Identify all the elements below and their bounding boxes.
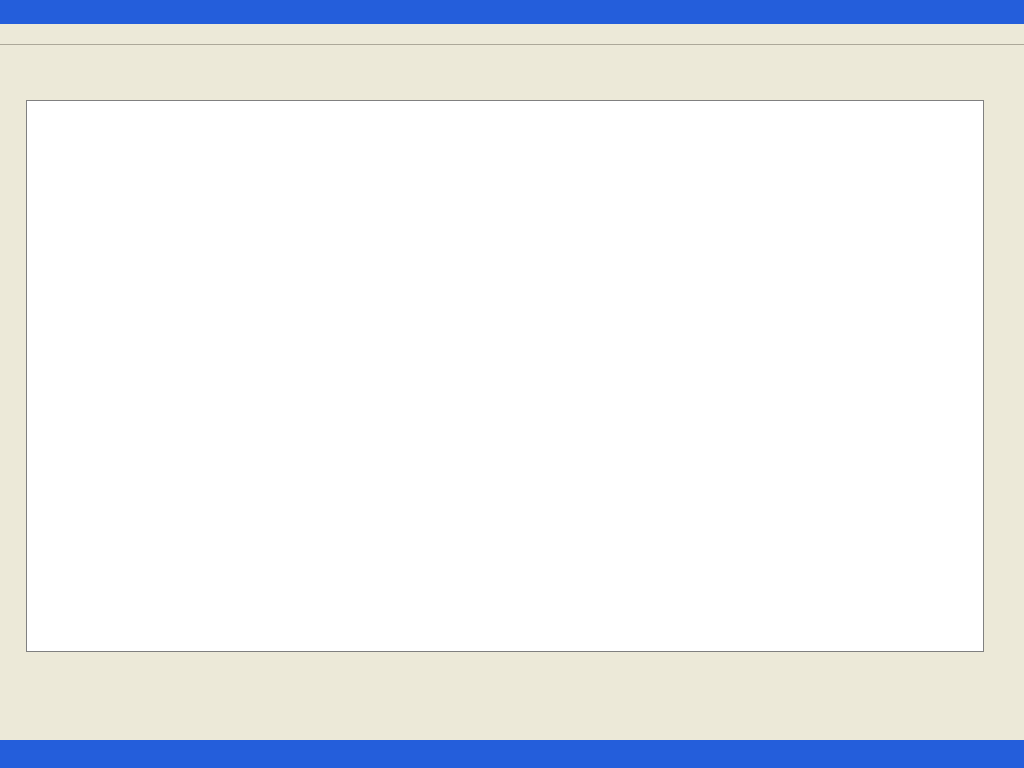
status-bar bbox=[0, 716, 1024, 736]
menu-bar bbox=[0, 24, 1024, 45]
window-titlebar bbox=[0, 0, 1024, 24]
taskbar bbox=[0, 740, 1024, 768]
drawing-canvas[interactable] bbox=[26, 100, 984, 652]
